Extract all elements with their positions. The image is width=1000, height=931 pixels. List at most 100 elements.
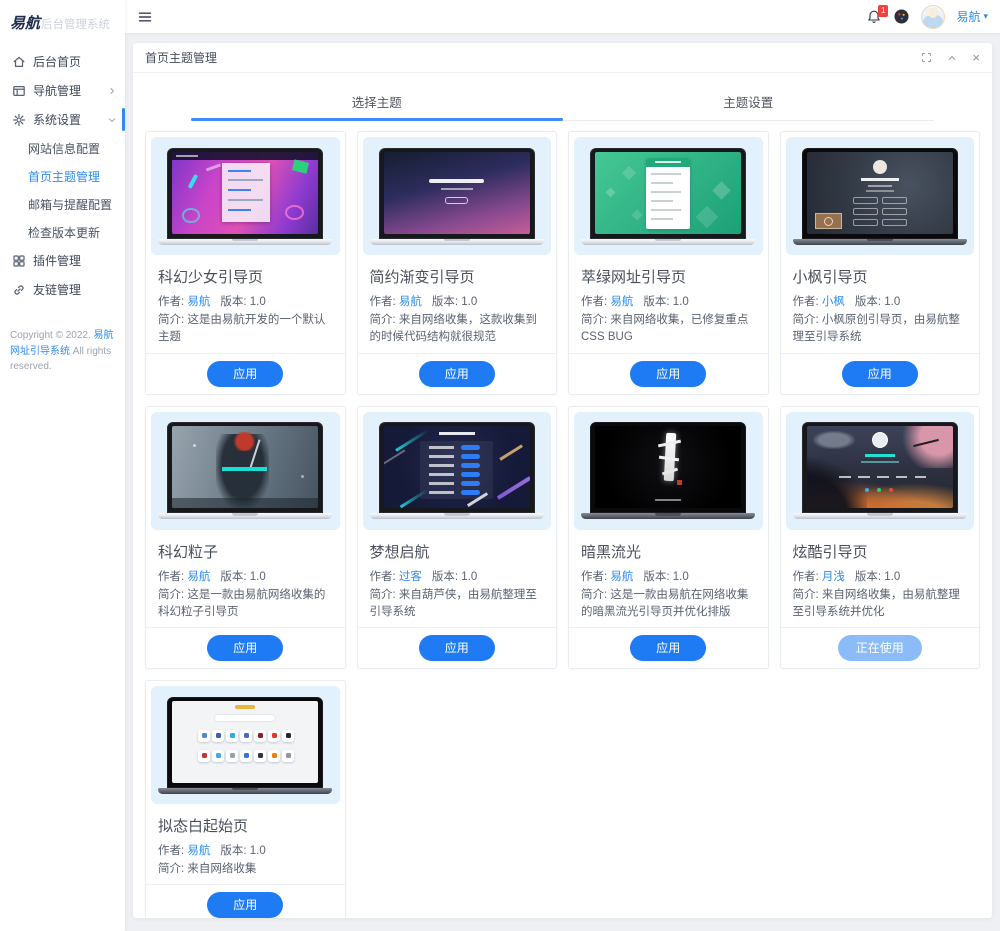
version-label: 版本: [643,296,673,308]
theme-card-footer: 应用 [780,352,979,394]
sidebar-item-dashboard[interactable]: 后台首页 [0,47,125,76]
user-menu[interactable]: 易航 ▾ [956,8,988,25]
laptop-mockup [158,147,333,245]
theme-version: 1.0 [884,296,901,308]
theme-author-link[interactable]: 小枫 [822,296,845,308]
hamburger-menu-icon[interactable] [137,9,153,25]
theme-title: 小枫引导页 [792,269,868,286]
apply-theme-button[interactable]: 应用 [418,635,495,661]
theme-version: 1.0 [249,570,266,583]
theme-description: 简介: 来自网络收集，由易航整理至引导系统并优化 [792,588,960,618]
version-label: 版本: [220,296,250,308]
sidebar: 易航后台管理系统 后台首页 导航管理 系统设置 网站信息配置 首页主题管理 邮箱与提… [0,0,125,931]
app-root: 易航后台管理系统 后台首页 导航管理 系统设置 网站信息配置 首页主题管理 邮箱与提… [0,0,1000,931]
theme-description: 简介: 小枫原创引导页，由易航整理至引导系统 [792,314,960,344]
apply-theme-button[interactable]: 应用 [207,892,284,918]
author-label: 作者: [581,296,611,308]
theme-author-link[interactable]: 易航 [187,296,210,308]
theme-author-link[interactable]: 月浅 [822,571,845,583]
sidebar-item-nav-manage[interactable]: 导航管理 [0,76,125,105]
tab-theme-settings[interactable]: 主题设置 [563,85,935,120]
theme-preview [574,137,763,255]
version-label: 版本: [220,570,250,583]
apply-theme-button[interactable]: 应用 [207,360,284,387]
theme-info: 科幻少女引导页 作者: 易航 版本: 1.0 简介: 这是由易航开发的一个默认主题 [146,258,345,353]
tab-select-theme[interactable]: 选择主题 [191,85,563,121]
theme-author-link[interactable]: 易航 [610,571,633,583]
apply-theme-button[interactable]: 应用 [418,360,495,387]
laptop-mockup [158,696,333,794]
copyright: Copyright © 2022. 易航网址引导系统 All rights re… [0,304,125,375]
gear-icon [12,113,26,127]
laptop-mockup [792,422,967,519]
theme-author-link[interactable]: 易航 [399,296,422,308]
sidebar-item-label: 友链管理 [33,283,82,297]
theme-info: 科幻粒子 作者: 易航 版本: 1.0 简介: 这是一款由易航网络收集的科幻粒子引… [146,533,345,628]
author-label: 作者: [581,570,611,583]
theme-title: 暗黑流光 [581,543,642,561]
apply-theme-button[interactable]: 应用 [630,635,707,661]
in-use-button[interactable]: 正在使用 [837,635,922,661]
themes-grid: 科幻少女引导页 作者: 易航 版本: 1.0 简介: 这是由易航开发的一个默认主题… [145,131,980,918]
theme-meta: 作者: 易航 版本: 1.0 [158,293,333,309]
theme-preview [151,686,340,804]
theme-management-panel: 首页主题管理 × 选择主题 主题设置 科幻少女引导页 作者: 易航 版本: 1.… [133,43,992,918]
topbar-right: 1 易航 ▾ [866,4,988,29]
theme-card: 简约渐变引导页 作者: 易航 版本: 1.0 简介: 来自网络收集，这款收集到的时… [356,131,557,395]
theme-meta: 作者: 月浅 版本: 1.0 [793,568,968,584]
user-avatar[interactable] [921,4,946,29]
theme-card-footer: 应用 [146,884,345,918]
sidebar-item-system-settings[interactable]: 系统设置 [0,105,125,134]
author-label: 作者: [792,570,822,583]
theme-info: 暗黑流光 作者: 易航 版本: 1.0 简介: 这是一款由易航在网络收集的暗黑流光… [569,533,768,628]
apply-theme-button[interactable]: 应用 [841,360,918,387]
theme-card: 科幻粒子 作者: 易航 版本: 1.0 简介: 这是一款由易航网络收集的科幻粒子引… [145,405,346,669]
theme-card-footer: 应用 [357,627,556,668]
laptop-mockup [369,147,544,245]
theme-author-link[interactable]: 易航 [187,845,210,857]
notification-bell-icon[interactable]: 1 [866,4,889,25]
theme-artwork [172,151,319,234]
author-label: 作者: [369,570,399,583]
theme-meta: 作者: 易航 版本: 1.0 [581,293,756,309]
theme-description: 简介: 来自网络收集 [158,863,257,875]
apply-theme-button[interactable]: 应用 [207,635,284,661]
theme-artwork [172,700,319,783]
theme-card-footer: 应用 [569,352,768,394]
theme-title: 简约渐变引导页 [369,269,475,286]
theme-card: 小枫引导页 作者: 小枫 版本: 1.0 简介: 小枫原创引导页，由易航整理至引导… [779,131,980,395]
sidebar-subitem-check-update[interactable]: 检查版本更新 [0,218,125,246]
apply-theme-button[interactable]: 应用 [630,360,707,387]
theme-meta: 作者: 易航 版本: 1.0 [581,568,756,584]
theme-info: 萃绿网址引导页 作者: 易航 版本: 1.0 简介: 来自网络收集，已修复重点CS… [569,258,768,353]
sidebar-subitem-site-info[interactable]: 网站信息配置 [0,134,125,162]
theme-author-link[interactable]: 易航 [187,571,210,583]
sidebar-item-label: 导航管理 [33,84,82,98]
close-icon[interactable]: × [972,51,980,64]
sidebar-subitem-home-theme[interactable]: 首页主题管理 [0,162,125,190]
theme-version: 1.0 [249,845,266,857]
theme-description: 简介: 来自葫芦侠，由易航整理至引导系统 [369,588,537,618]
theme-author-link[interactable]: 易航 [610,296,633,308]
sidebar-item-friend-links[interactable]: 友链管理 [0,275,125,304]
theme-card-footer: 应用 [146,352,345,394]
theme-card: 拟态白起始页 作者: 易航 版本: 1.0 简介: 来自网络收集 应用 [145,680,346,918]
theme-info: 小枫引导页 作者: 小枫 版本: 1.0 简介: 小枫原创引导页，由易航整理至引导… [781,258,980,353]
author-label: 作者: [158,570,188,583]
sidebar-item-plugin-manage[interactable]: 插件管理 [0,246,125,275]
theme-card: 萃绿网址引导页 作者: 易航 版本: 1.0 简介: 来自网络收集，已修复重点CS… [568,131,769,395]
fullscreen-icon[interactable] [921,52,932,63]
version-label: 版本: [431,570,462,583]
theme-preview [151,137,340,255]
theme-author-link[interactable]: 过客 [399,571,422,583]
sidebar-subitem-mail-remind[interactable]: 邮箱与提醒配置 [0,190,125,218]
collapse-icon[interactable] [947,53,957,63]
laptop-mockup [792,147,967,245]
palette-icon[interactable] [893,8,910,25]
user-name: 易航 [956,10,981,24]
laptop-mockup [581,147,756,245]
laptop-mockup [369,422,544,519]
logo-secondary: 后台管理系统 [41,19,111,31]
theme-version: 1.0 [461,570,478,583]
link-icon [12,283,26,297]
